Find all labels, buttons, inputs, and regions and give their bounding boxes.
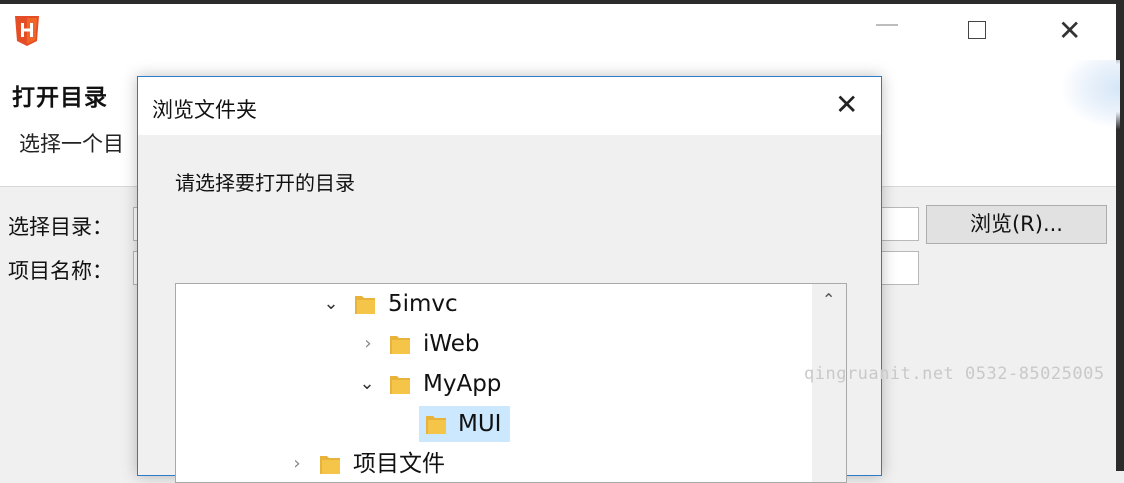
maximize-icon[interactable] (968, 21, 986, 39)
browse-button[interactable]: 浏览(R)... (926, 205, 1107, 244)
dialog-title: 浏览文件夹 (152, 98, 257, 122)
folder-tree[interactable]: ⌄ 5imvc › iWeb ⌄ MyApp MUI › 项目文件 ⌃ (175, 283, 847, 483)
dir-label: 选择目录： (8, 215, 113, 239)
tree-item-label: 5imvc (388, 291, 458, 317)
tree-item[interactable]: ⌄ 5imvc (176, 286, 812, 322)
dialog-titlebar: 浏览文件夹 ✕ (138, 77, 881, 135)
scroll-up-icon[interactable]: ⌃ (822, 290, 835, 309)
folder-icon (355, 296, 375, 314)
chevron-right-icon[interactable]: › (285, 446, 309, 482)
folder-icon (320, 456, 340, 474)
page-title: 打开目录 (12, 84, 108, 111)
tree-item[interactable]: › iWeb (176, 326, 812, 362)
chevron-right-icon[interactable]: › (356, 326, 380, 362)
tree-item-label: MUI (458, 411, 502, 437)
tree-item-label: MyApp (423, 371, 502, 397)
chevron-down-icon[interactable]: ⌄ (355, 366, 379, 402)
tree-item[interactable]: ⌄ MyApp (176, 366, 812, 402)
minimize-icon[interactable] (876, 24, 898, 26)
watermark: qingruanit.net 0532-85025005 (804, 364, 1105, 384)
tree-item-label: 项目文件 (353, 451, 445, 477)
browse-folder-dialog: 浏览文件夹 ✕ 请选择要打开的目录 ⌄ 5imvc › iWeb ⌄ MyApp (137, 76, 882, 483)
folder-icon (390, 336, 410, 354)
dialog-instruction: 请选择要打开的目录 (175, 171, 355, 195)
folder-icon (426, 416, 446, 434)
close-icon[interactable]: ✕ (1058, 17, 1081, 45)
tree-item[interactable]: › 项目文件 (176, 446, 812, 482)
close-icon[interactable]: ✕ (835, 90, 858, 120)
name-label: 项目名称： (8, 259, 113, 283)
folder-icon (390, 376, 410, 394)
chevron-down-icon[interactable]: ⌄ (319, 286, 343, 322)
tree-item-label: iWeb (423, 331, 480, 357)
decorative-swirl (1060, 60, 1120, 130)
tree-item-selected[interactable]: MUI (419, 406, 510, 442)
page-subtitle: 选择一个目 (19, 132, 124, 156)
hbuilder-logo-icon (15, 16, 39, 46)
